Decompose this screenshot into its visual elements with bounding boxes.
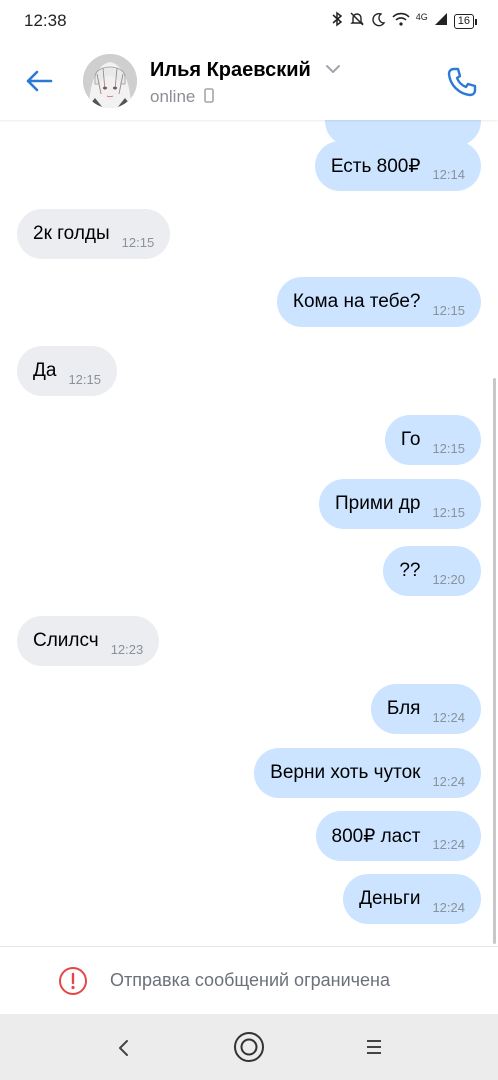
message-text: Кома на тебе? (292, 291, 421, 312)
back-button[interactable] (18, 60, 60, 102)
signal-icon (434, 12, 448, 30)
status-icons: 4G 16 (331, 11, 478, 31)
message-time: 12:20 (432, 571, 465, 587)
message-time: 12:23 (110, 641, 144, 657)
online-status-label: online (150, 87, 196, 106)
message-bubble-out[interactable]: Кома на тебе? 12:15 (276, 277, 481, 327)
message-text: Го (400, 429, 421, 450)
avatar[interactable] (83, 54, 137, 108)
message-bubble-in[interactable]: Да 12:15 (17, 346, 117, 396)
message-text: 800₽ ласт (331, 825, 421, 847)
scrollbar[interactable] (493, 378, 496, 944)
message-text: ?? (399, 560, 421, 581)
avatar-image (83, 54, 137, 108)
message-time: 12:14 (432, 166, 465, 182)
call-button[interactable] (440, 60, 484, 104)
system-navigation-bar (0, 1014, 498, 1080)
message-time: 12:15 (68, 371, 101, 387)
chevron-down-icon[interactable] (325, 64, 341, 74)
message-bubble-out[interactable]: Прими др 12:15 (319, 479, 481, 529)
phone-icon (447, 67, 477, 97)
message-time: 12:24 (432, 899, 465, 915)
message-bubble-in[interactable]: Слилсч 12:23 (17, 616, 160, 666)
mute-bell-icon (349, 11, 365, 31)
message-time: 12:24 (432, 773, 465, 789)
wifi-icon (392, 12, 410, 30)
message-bubble-out[interactable]: Деньги 12:24 (343, 874, 481, 924)
message-bubble-out[interactable]: 800₽ ласт 12:24 (315, 811, 481, 861)
message-bubble-out[interactable]: Бля 12:24 (370, 684, 481, 734)
messaging-restricted-banner: Отправка сообщений ограничена (0, 946, 498, 1014)
message-time: 12:15 (432, 504, 465, 520)
message-text: Верни хоть чуток (270, 762, 421, 783)
message-text: Прими др (335, 493, 421, 514)
mobile-device-icon (204, 88, 214, 103)
arrow-left-icon (26, 70, 53, 92)
message-text: Слилсч (33, 630, 99, 651)
nav-back-icon[interactable] (110, 1034, 138, 1062)
message-bubble-out[interactable]: Верни хоть чуток 12:24 (254, 748, 481, 798)
message-text: Да (33, 360, 57, 381)
nav-home-icon[interactable] (232, 1030, 266, 1064)
message-text: Есть 800₽ (330, 155, 421, 177)
message-time: 12:24 (432, 709, 465, 725)
message-bubble-in[interactable]: 2к голды 12:15 (17, 209, 171, 259)
network-type-label: 4G (415, 11, 428, 22)
message-bubble-out[interactable]: Есть 800₽ 12:14 (314, 141, 481, 191)
contact-status: online (150, 87, 214, 107)
message-bubble-out[interactable]: ?? 12:20 (383, 546, 481, 596)
message-time: 12:24 (432, 836, 465, 852)
status-bar: 12:38 4G 16 (0, 0, 498, 42)
status-time: 12:38 (24, 11, 67, 30)
message-time: 12:15 (121, 234, 155, 250)
warning-circle-icon (59, 967, 87, 995)
nav-recents-icon[interactable] (360, 1036, 388, 1058)
message-bubble-out[interactable]: Го 12:15 (384, 415, 481, 465)
chat-header: Илья Краевский online (0, 42, 498, 120)
message-time: 12:15 (432, 302, 465, 318)
battery-indicator: 16 (453, 13, 478, 29)
message-time: 12:15 (432, 440, 465, 456)
message-text: Бля (386, 698, 421, 719)
bluetooth-icon (331, 11, 343, 31)
message-list[interactable]: Есть 800₽ 12:14 2к голды 12:15 Кома на т… (0, 120, 498, 946)
restriction-text: Отправка сообщений ограничена (110, 970, 390, 990)
do-not-disturb-moon-icon (371, 12, 386, 31)
message-text: 2к голды (33, 223, 110, 244)
message-text: Деньги (359, 888, 421, 909)
contact-name[interactable]: Илья Краевский (150, 59, 311, 82)
